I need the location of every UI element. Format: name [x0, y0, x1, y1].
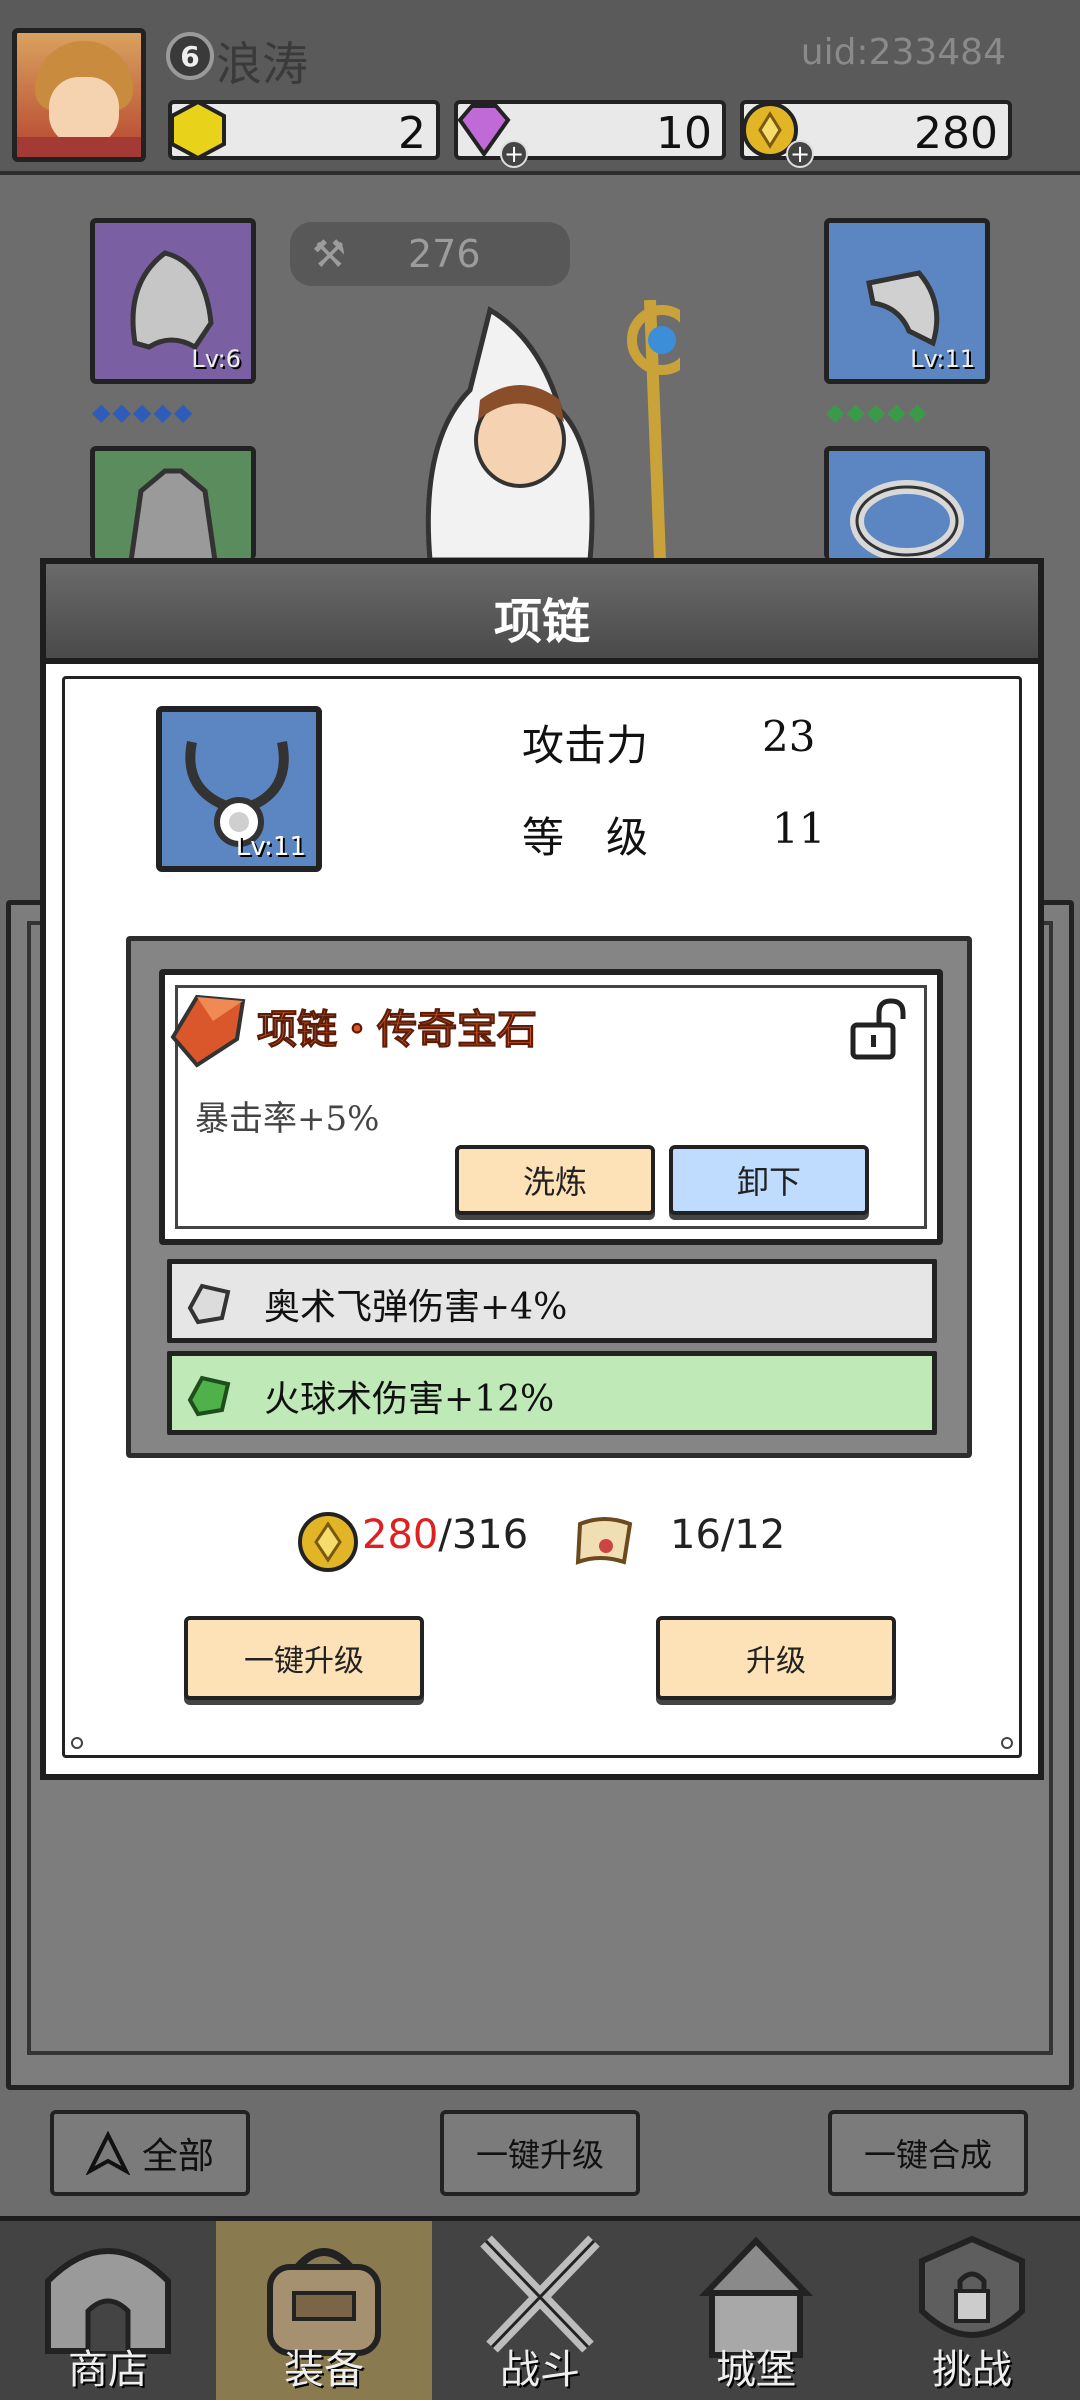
tab-equipment[interactable]: 装备	[216, 2221, 432, 2400]
ring-slot[interactable]	[824, 446, 990, 562]
hood-gem-sockets: ◆◆◆◆◆	[92, 398, 195, 426]
attack-stat-value: 23	[762, 712, 816, 761]
sub-gem-row-arcane: 奥术飞弹伤害+4%	[167, 1259, 937, 1343]
add-coin-button[interactable]: +	[786, 140, 814, 168]
coin-current: 280	[362, 1512, 439, 1558]
green-gem-icon	[187, 1375, 231, 1417]
refine-button[interactable]: 洗炼	[455, 1145, 655, 1215]
coin-cost-icon	[298, 1512, 358, 1572]
hero-mage-illustration	[425, 300, 680, 560]
diamond-counter: + 10	[454, 100, 726, 168]
white-gem-icon	[187, 1283, 231, 1325]
scroll-cost: 16/12	[670, 1512, 786, 1558]
armor-slot[interactable]	[90, 446, 256, 564]
gold-hexagon-icon	[170, 99, 226, 161]
sub-gem-row-fireball: 火球术伤害+12%	[167, 1351, 937, 1435]
boots-gem-sockets: ◆◆◆◆◆	[826, 398, 929, 426]
unlock-icon[interactable]	[849, 997, 907, 1061]
combat-power: ⚒ 276	[290, 222, 570, 286]
ring-icon	[850, 480, 964, 562]
gold-hex-counter: 2	[168, 99, 440, 161]
tab-challenge[interactable]: 挑战	[864, 2221, 1080, 2400]
upgrade-all-button[interactable]: 一键升级	[440, 2110, 640, 2196]
player-avatar[interactable]	[12, 28, 146, 162]
legendary-gem-title: 项链・传奇宝石	[257, 1006, 538, 1054]
coin-required: /316	[438, 1512, 529, 1558]
legendary-gem-card: 项链・传奇宝石 暴击率+5% 洗炼 卸下	[159, 969, 943, 1245]
dialog-header: 项链	[46, 564, 1038, 664]
tab-castle[interactable]: 城堡	[648, 2221, 864, 2400]
necklace-dialog: 项链 Lv:11 攻击力 23 等 级 11 项链・传奇宝石 暴击率+5% 洗炼…	[40, 558, 1044, 1780]
player-uid: uid:233484	[800, 32, 1006, 73]
tab-battle[interactable]: 战斗	[432, 2221, 648, 2400]
auto-upgrade-button[interactable]: 一键升级	[184, 1616, 424, 1700]
legendary-gem-effect: 暴击率+5%	[195, 1099, 380, 1139]
coin-counter: + 280	[740, 100, 1012, 168]
boots-slot[interactable]: Lv:11	[824, 218, 990, 384]
add-diamond-button[interactable]: +	[500, 140, 528, 168]
level-stat-label: 等 级	[522, 813, 649, 862]
legendary-gem-icon	[170, 994, 246, 1068]
merge-all-button[interactable]: 一键合成	[828, 2110, 1028, 2196]
gem-socket-panel: 项链・传奇宝石 暴击率+5% 洗炼 卸下 奥术飞弹伤害+4% 火球术伤害+12%	[126, 936, 972, 1458]
dialog-title: 项链	[493, 594, 590, 650]
triangle-filter-icon	[85, 2131, 130, 2175]
player-name: 浪涛	[216, 37, 308, 91]
hood-slot[interactable]: Lv:6	[90, 218, 256, 384]
inventory-actions: 全部 一键升级 一键合成	[0, 2100, 1080, 2220]
top-bar: 6 浪涛 uid:233484 2 + 10 + 280	[0, 0, 1080, 175]
wrench-icon: ⚒	[312, 232, 347, 276]
robe-icon	[128, 468, 218, 564]
level-stat-value: 11	[772, 804, 826, 853]
filter-all-button[interactable]: 全部	[50, 2110, 250, 2196]
remove-gem-button[interactable]: 卸下	[669, 1145, 869, 1215]
necklace-item-icon[interactable]: Lv:11	[156, 706, 322, 872]
bottom-tab-bar: 商店 装备 战斗 城堡 挑战	[0, 2216, 1080, 2400]
upgrade-button[interactable]: 升级	[656, 1616, 896, 1700]
coin-cost: 280/316	[362, 1512, 528, 1558]
attack-stat-label: 攻击力	[522, 721, 649, 770]
tab-shop[interactable]: 商店	[0, 2221, 216, 2400]
player-level-badge: 6	[166, 32, 214, 80]
scroll-icon	[575, 1517, 633, 1565]
